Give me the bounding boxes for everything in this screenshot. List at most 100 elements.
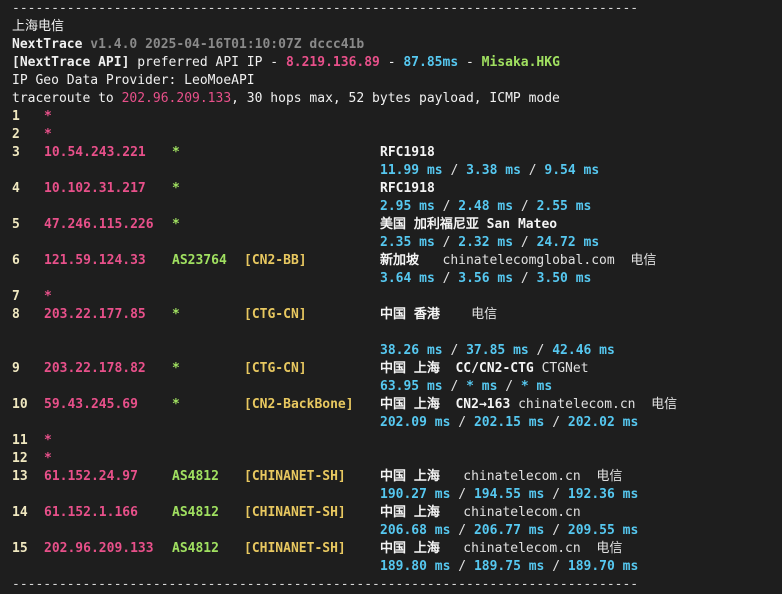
hop-asn: * [172, 145, 180, 160]
hop-gap [12, 324, 770, 342]
hop-row: 1 * [12, 108, 770, 126]
hop-ip: 61.152.1.166 [44, 505, 138, 520]
rtt-indent [12, 270, 380, 288]
rtt-separator: / [520, 163, 545, 178]
rtt-separator: / [434, 271, 459, 286]
hop-geo: 新加坡 chinatelecomglobal.com 电信 [380, 252, 770, 270]
hop-row: 5 47.246.115.226 * 美国 加利福尼亚 San Mateo [12, 216, 770, 234]
hop-ip: 47.246.115.226 [44, 217, 154, 232]
hop-tag [244, 216, 380, 234]
hop-rtt-row: 3.64 ms / 3.56 ms / 3.50 ms [12, 270, 770, 288]
rtt-separator: / [450, 487, 474, 502]
rtt-value: 3.64 ms [380, 271, 435, 286]
hop-ip: 59.43.245.69 [44, 397, 138, 412]
hop-ip: 202.96.209.133 [44, 541, 154, 556]
hop-geo: RFC1918 [380, 144, 770, 162]
hop-ip: 203.22.177.85 [44, 307, 146, 322]
hop-geo: 中国 上海 CN2→163 chinatelecom.cn 电信 [380, 396, 770, 414]
hop-geo-detail: chinatelecomglobal.com 电信 [419, 253, 657, 268]
hop-row: 10 59.43.245.69 * [CN2-BackBone] 中国 上海 CN2→1… [12, 396, 770, 414]
hop-ip: * [44, 433, 52, 448]
hop-geo: 中国 香港 电信 [380, 306, 770, 324]
hop-number: 2 [12, 127, 20, 142]
hop-number: 11 [12, 433, 28, 448]
hop-asn: * [172, 361, 180, 376]
rtt-value: 37.85 ms [466, 343, 529, 358]
rtt-value: 189.75 ms [473, 559, 545, 574]
hop-row: 13 61.152.24.97 AS4812 [CHINANET-SH] 中国 上海 c… [12, 468, 770, 486]
rtt-value: 189.80 ms [380, 559, 451, 574]
hop-rtt-row: 2.95 ms / 2.48 ms / 2.55 ms [12, 198, 770, 216]
rtt-value: * ms [520, 379, 553, 394]
hop-geo-location: 中国 上海 [380, 469, 440, 484]
hop-number: 3 [12, 145, 20, 160]
rtt-separator: / [544, 523, 568, 538]
rtt-value: 206.77 ms [473, 523, 545, 538]
hop-number: 12 [12, 451, 28, 466]
hop-row: 9 203.22.178.82 * [CTG-CN] 中国 上海 CC/CN2-CTG … [12, 360, 770, 378]
hop-row: 8 203.22.177.85 * [CTG-CN] 中国 香港 电信 [12, 306, 770, 324]
hop-row: 12 * [12, 450, 770, 468]
rtt-value: * ms [466, 379, 498, 394]
rtt-separator: / [434, 199, 459, 214]
hop-geo-detail: chinatelecom.cn 电信 [510, 397, 678, 412]
rtt-indent [12, 522, 380, 540]
hop-rtt-row: 206.68 ms / 206.77 ms / 209.55 ms [12, 522, 770, 540]
hop-number: 4 [12, 181, 20, 196]
api-line: [NextTrace API] preferred API IP - 8.219… [12, 54, 770, 72]
app-name: NextTrace [12, 37, 83, 52]
hop-rtt-row: 189.80 ms / 189.75 ms / 189.70 ms [12, 558, 770, 576]
hop-tag: [CN2-BackBone] [244, 397, 354, 412]
hop-tag: [CHINANET-SH] [244, 505, 346, 520]
rtt-value: 2.48 ms [458, 199, 514, 214]
hop-asn: AS4812 [172, 505, 219, 520]
rtt-indent [12, 378, 380, 396]
hop-asn: * [172, 397, 180, 412]
rtt-separator: / [442, 379, 467, 394]
hop-number: 7 [12, 289, 20, 304]
rtt-value: 11.99 ms [380, 163, 443, 178]
hop-number: 1 [12, 109, 20, 124]
hop-row: 15 202.96.209.133 AS4812 [CHINANET-SH] 中国 上海… [12, 540, 770, 558]
hop-geo: 美国 加利福尼亚 San Mateo [380, 216, 770, 234]
hop-rtt-row: 202.09 ms / 202.15 ms / 202.02 ms [12, 414, 770, 432]
rtt-value: 194.55 ms [473, 487, 545, 502]
rtt-indent [12, 414, 380, 432]
rtt-value: 2.32 ms [458, 235, 514, 250]
rtt-value: 209.55 ms [567, 523, 639, 538]
hop-asn: AS4812 [172, 469, 219, 484]
hop-asn: * [172, 181, 180, 196]
rtt-value: 206.68 ms [380, 523, 451, 538]
api-dash-2: - [458, 55, 482, 70]
rtt-separator: / [450, 559, 474, 574]
hop-ip: * [44, 109, 52, 124]
hop-geo: RFC1918 [380, 180, 770, 198]
hop-number: 13 [12, 469, 28, 484]
rtt-separator: / [544, 487, 568, 502]
hop-geo-detail: chinatelecom.cn [439, 505, 581, 520]
hop-tag: [CHINANET-SH] [244, 469, 346, 484]
rtt-indent [12, 162, 380, 180]
hop-geo-location: 新加坡 [380, 253, 420, 268]
rtt-separator: / [450, 415, 474, 430]
hop-asn: AS23764 [172, 253, 227, 268]
hop-number: 10 [12, 397, 28, 412]
rtt-separator: / [528, 343, 553, 358]
location-title: 上海电信 [12, 19, 65, 34]
hop-rtt-row: 190.27 ms / 194.55 ms / 192.36 ms [12, 486, 770, 504]
hop-ip: * [44, 451, 52, 466]
api-dash-1: - [379, 55, 404, 70]
rtt-value: 2.55 ms [536, 199, 592, 214]
hop-row: 14 61.152.1.166 AS4812 [CHINANET-SH] 中国 上海 c… [12, 504, 770, 522]
hop-number: 6 [12, 253, 20, 268]
hop-geo-location: 中国 香港 [380, 307, 440, 322]
rtt-separator: / [544, 559, 568, 574]
rtt-separator: / [450, 523, 474, 538]
rtt-value: 3.50 ms [536, 271, 592, 286]
rtt-value: 24.72 ms [536, 235, 600, 250]
hop-geo-location: 美国 加利福尼亚 San Mateo [380, 217, 558, 232]
hop-geo-detail: 电信 [439, 307, 498, 322]
hop-rtt-row: 63.95 ms / * ms / * ms [12, 378, 770, 396]
hop-rtt-row: 11.99 ms / 3.38 ms / 9.54 ms [12, 162, 770, 180]
hop-geo-location: 中国 上海 [380, 505, 440, 520]
